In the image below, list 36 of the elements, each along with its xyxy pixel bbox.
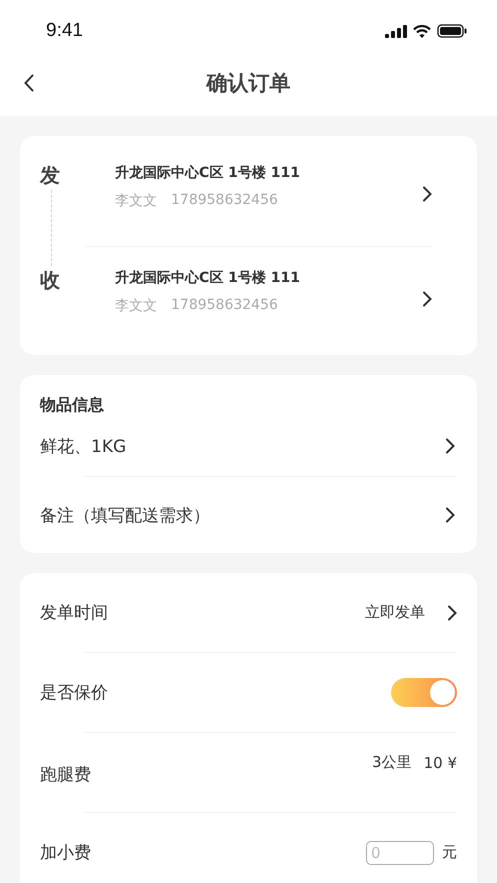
- address-tag: 收: [40, 268, 60, 292]
- status-time: 9:41: [46, 20, 83, 42]
- option-label: 跑腿费: [40, 764, 91, 786]
- page-title: 确认订单: [206, 70, 290, 97]
- option-label: 发单时间: [40, 602, 108, 624]
- list-item[interactable]: 备注（填写配送需求）: [40, 477, 455, 553]
- address-text: 升龙国际中心C区 1号楼 111: [115, 269, 301, 287]
- option-label: 是否保价: [40, 682, 108, 704]
- option-value[interactable]: 立即发单: [365, 603, 425, 622]
- input-field[interactable]: 0: [366, 840, 434, 864]
- signal-icon: [385, 24, 407, 38]
- unit-text: 元: [442, 843, 457, 862]
- price-text: 10 ¥: [424, 754, 457, 772]
- contact-name: 李文文: [115, 297, 157, 315]
- wifi-icon: [413, 24, 431, 38]
- contact-name: 李文文: [115, 192, 157, 210]
- section-title: 物品信息: [40, 395, 105, 416]
- item-label: 鲜花、1KG: [40, 436, 126, 458]
- distance-text: 3公里: [372, 753, 412, 772]
- list-item[interactable]: 鲜花、1KG: [40, 416, 455, 476]
- chevron-right-icon: [445, 438, 455, 454]
- back-button[interactable]: [22, 72, 36, 94]
- item-label: 备注（填写配送需求）: [40, 504, 210, 526]
- battery-icon: [437, 24, 467, 38]
- toggle-switch[interactable]: [391, 678, 457, 707]
- chevron-right-icon: [447, 604, 457, 620]
- address-tag: 发: [40, 163, 60, 187]
- address-row[interactable]: 发 升龙国际中心C区 1号楼 111 李文文 178958632456: [40, 148, 432, 240]
- contact-phone: 178958632456: [171, 297, 278, 315]
- address-text: 升龙国际中心C区 1号楼 111: [115, 164, 301, 182]
- address-row[interactable]: 收 升龙国际中心C区 1号楼 111 李文文 178958632456: [40, 253, 432, 345]
- option-label: 加小费: [40, 842, 91, 864]
- chevron-right-icon: [445, 507, 455, 523]
- chevron-right-icon: [422, 291, 432, 307]
- chevron-right-icon: [422, 186, 432, 202]
- contact-phone: 178958632456: [171, 192, 278, 210]
